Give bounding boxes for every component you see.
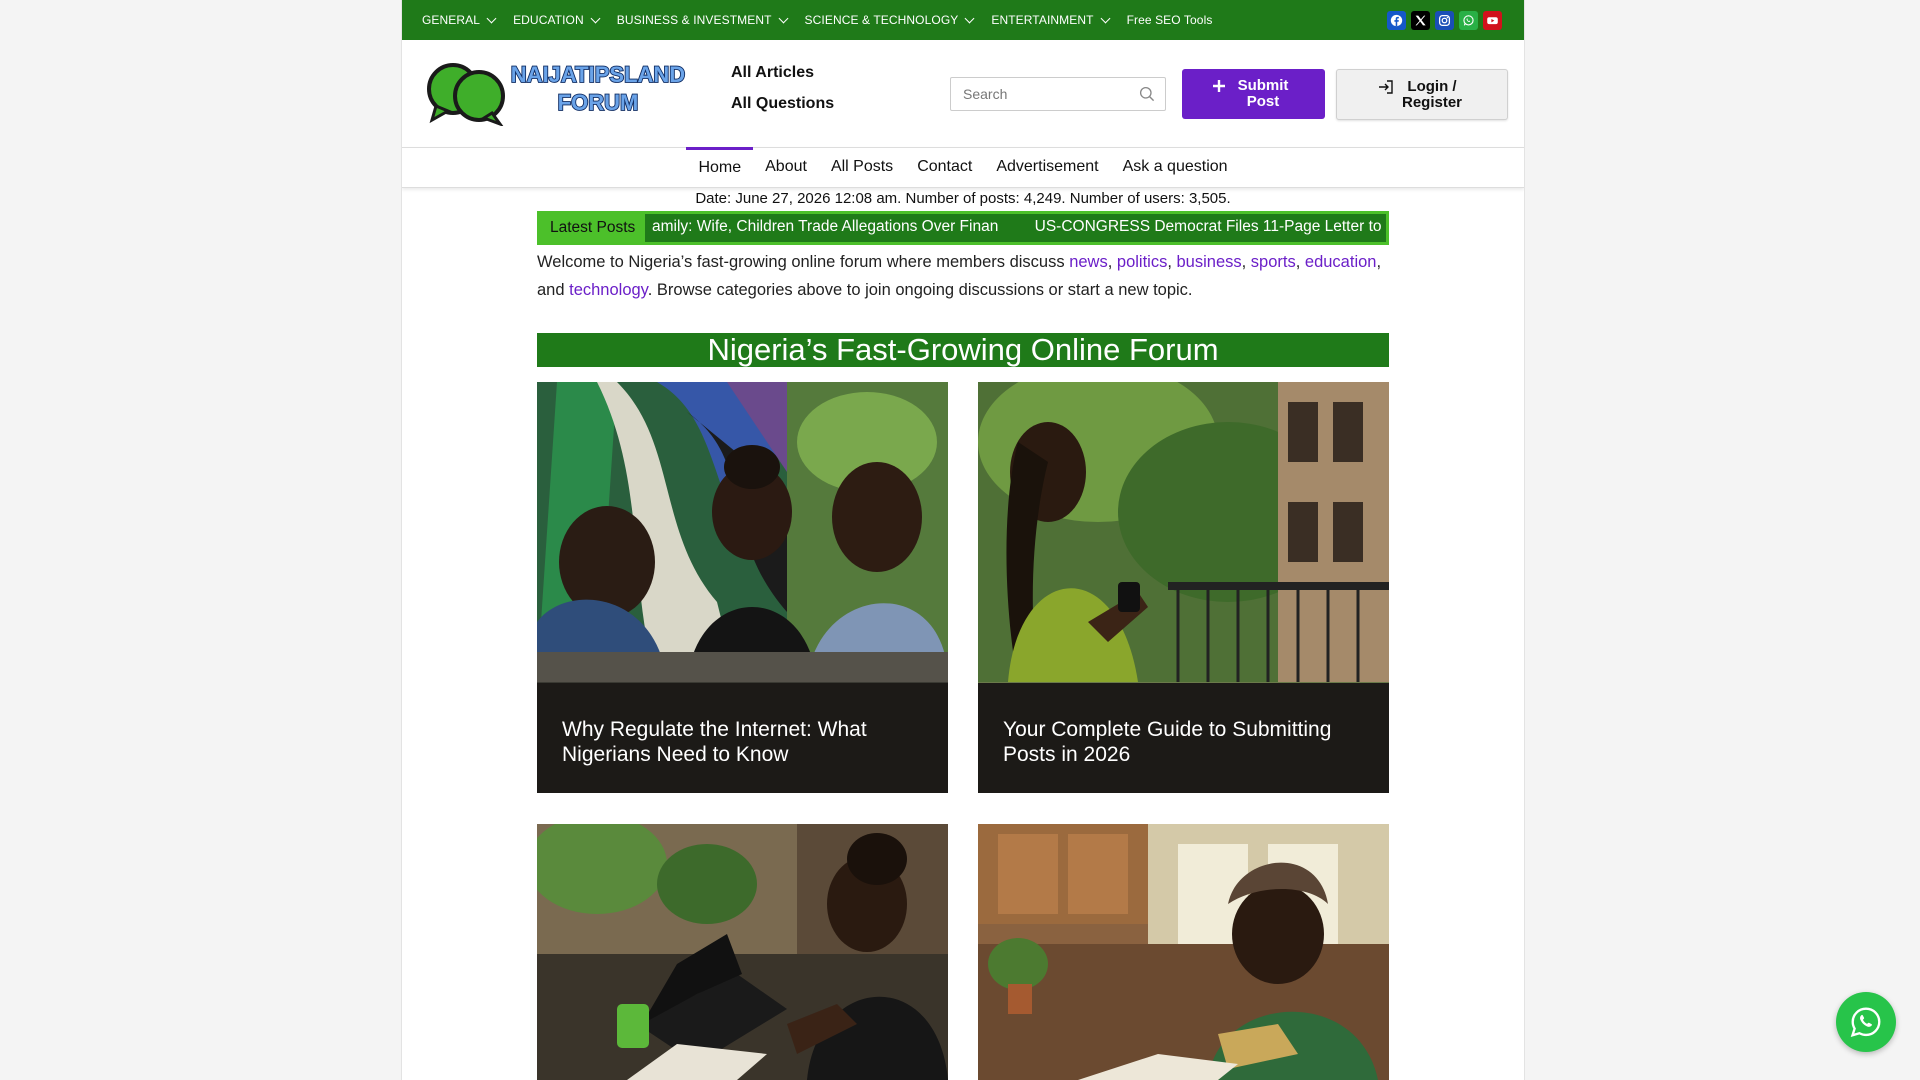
top-menu-label: ENTERTAINMENT xyxy=(991,13,1094,27)
separator: , xyxy=(1167,253,1177,271)
youtube-icon[interactable] xyxy=(1483,11,1502,30)
post-card[interactable]: Why Regulate the Internet: What Nigerian… xyxy=(537,382,948,793)
top-menu-education[interactable]: EDUCATION xyxy=(513,13,601,27)
chevron-down-icon xyxy=(964,13,975,23)
instagram-icon[interactable] xyxy=(1435,11,1454,30)
chevron-down-icon xyxy=(778,13,788,23)
nav-ask-question[interactable]: Ask a question xyxy=(1111,147,1240,188)
separator: , xyxy=(1295,253,1305,271)
logo-text-line1: NAIJATIPSLAND xyxy=(511,62,685,87)
ticker-label: Latest Posts xyxy=(540,214,645,242)
nav-contact[interactable]: Contact xyxy=(905,147,984,188)
search-box xyxy=(950,77,1166,111)
welcome-text-part: . Browse categories above to join ongoin… xyxy=(647,281,1193,299)
link-business[interactable]: business xyxy=(1177,253,1242,271)
ticker-body: Latest Posts amily: Wife, Children Trade… xyxy=(540,214,1386,242)
chevron-down-icon xyxy=(1100,13,1111,23)
post-card[interactable] xyxy=(978,824,1389,1080)
separator: , xyxy=(1241,253,1251,271)
logo-text-line2: FORUM xyxy=(558,90,639,115)
submit-post-button[interactable]: Submit Post xyxy=(1182,69,1325,119)
ticker-item[interactable]: amily: Wife, Children Trade Allegations … xyxy=(652,218,998,235)
top-menu-label: Free SEO Tools xyxy=(1126,13,1213,27)
page: GENERAL EDUCATION BUSINESS & INVESTMENT … xyxy=(401,0,1525,1080)
top-menu-science[interactable]: SCIENCE & TECHNOLOGY xyxy=(804,13,975,27)
link-technology[interactable]: technology xyxy=(569,281,648,299)
facebook-icon[interactable] xyxy=(1387,11,1406,30)
ticker-item[interactable]: US-CONGRESS Democrat Files 11-Page Lette… xyxy=(1035,218,1382,235)
top-menu-label: SCIENCE & TECHNOLOGY xyxy=(804,13,959,27)
chevron-down-icon xyxy=(486,13,497,23)
top-menu-label: GENERAL xyxy=(422,13,481,27)
search-input[interactable] xyxy=(951,86,1131,102)
separator: , xyxy=(1107,253,1117,271)
all-questions-link[interactable]: All Questions xyxy=(731,95,834,113)
whatsapp-chat-button[interactable] xyxy=(1836,992,1896,1052)
top-menu-entertainment[interactable]: ENTERTAINMENT xyxy=(991,13,1111,27)
all-articles-link[interactable]: All Articles xyxy=(731,64,834,82)
social-links xyxy=(1387,11,1502,30)
section-heading: Nigeria’s Fast-Growing Online Forum xyxy=(537,333,1389,367)
welcome-text-part: Welcome to Nigeria’s fast-growing online… xyxy=(537,253,1070,271)
latest-posts-ticker: Latest Posts amily: Wife, Children Trade… xyxy=(537,211,1389,245)
x-icon[interactable] xyxy=(1411,11,1430,30)
top-bar: GENERAL EDUCATION BUSINESS & INVESTMENT … xyxy=(402,0,1524,40)
post-image xyxy=(978,824,1389,1080)
login-icon xyxy=(1379,79,1393,94)
post-title[interactable]: Your Complete Guide to Submitting Posts … xyxy=(978,683,1389,793)
top-category-menu: GENERAL EDUCATION BUSINESS & INVESTMENT … xyxy=(422,0,1230,40)
login-register-label: Login / Register xyxy=(1401,77,1463,111)
submit-post-label: Submit Post xyxy=(1237,77,1289,110)
welcome-text: Welcome to Nigeria’s fast-growing online… xyxy=(537,248,1397,304)
site-stats: Date: June 27, 2026 12:08 am. Number of … xyxy=(695,190,1231,207)
top-menu-label: EDUCATION xyxy=(513,13,584,27)
nav-all-posts[interactable]: All Posts xyxy=(819,147,905,188)
nav-about[interactable]: About xyxy=(753,147,819,188)
search-icon[interactable] xyxy=(1139,86,1155,102)
link-sports[interactable]: sports xyxy=(1251,253,1296,271)
post-image xyxy=(537,824,948,1080)
link-news[interactable]: news xyxy=(1069,253,1108,271)
main-nav: Home About All Posts Contact Advertiseme… xyxy=(402,147,1524,188)
top-menu-label: BUSINESS & INVESTMENT xyxy=(616,13,772,27)
header-links: All Articles All Questions xyxy=(731,64,834,126)
chevron-down-icon xyxy=(590,13,601,23)
top-menu-business[interactable]: BUSINESS & INVESTMENT xyxy=(616,13,788,27)
login-register-button[interactable]: Login / Register xyxy=(1336,69,1508,120)
post-card[interactable]: Your Complete Guide to Submitting Posts … xyxy=(978,382,1389,793)
post-card[interactable] xyxy=(537,824,948,1080)
top-menu-seo-tools[interactable]: Free SEO Tools xyxy=(1127,13,1213,27)
plus-icon xyxy=(1213,80,1225,92)
post-title[interactable]: Why Regulate the Internet: What Nigerian… xyxy=(537,683,948,793)
nav-home[interactable]: Home xyxy=(686,147,754,188)
top-menu-general[interactable]: GENERAL xyxy=(422,13,497,27)
whatsapp-icon xyxy=(1850,1007,1881,1038)
whatsapp-icon[interactable] xyxy=(1459,11,1478,30)
site-logo[interactable]: NAIJATIPSLAND FORUM xyxy=(426,58,702,128)
nav-advertisement[interactable]: Advertisement xyxy=(984,147,1110,188)
link-politics[interactable]: politics xyxy=(1117,253,1167,271)
link-education[interactable]: education xyxy=(1305,253,1377,271)
ticker-track: amily: Wife, Children Trade Allegations … xyxy=(652,218,1386,236)
